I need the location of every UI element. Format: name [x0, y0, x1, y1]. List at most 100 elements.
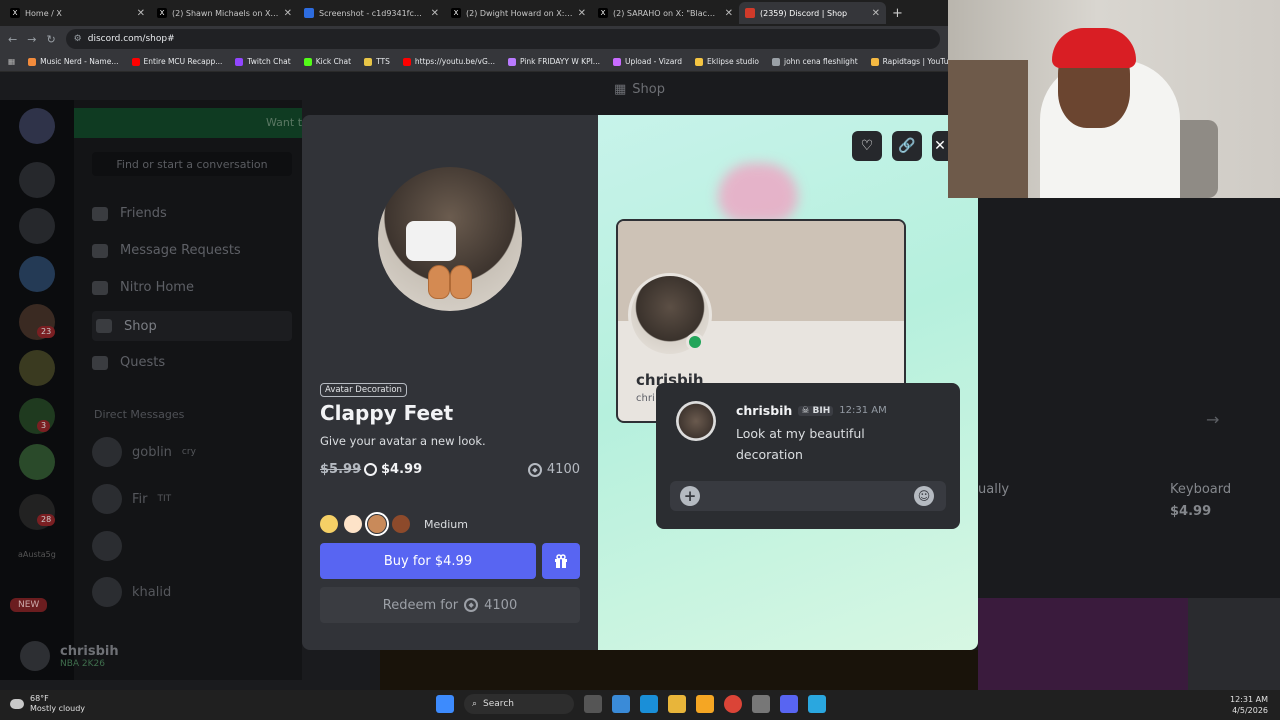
- item-title: Clappy Feet: [320, 401, 454, 425]
- find-conversation-input[interactable]: Find or start a conversation: [92, 152, 292, 176]
- swatch-dark[interactable]: [392, 515, 410, 533]
- file-explorer-icon[interactable]: [668, 695, 686, 713]
- shop-card[interactable]: [1188, 598, 1280, 690]
- bookmark-item[interactable]: Upload - Vizard: [612, 57, 682, 66]
- copy-link-button[interactable]: 🔗: [892, 131, 922, 161]
- bookmark-favicon-icon: [235, 57, 244, 66]
- bookmark-item[interactable]: https://youtu.be/vG...: [402, 57, 495, 66]
- wishlist-heart-button[interactable]: ♡: [852, 131, 882, 161]
- discord-home-icon[interactable]: [19, 108, 55, 144]
- variant-swatches: Medium: [320, 512, 468, 536]
- copilot-icon[interactable]: [612, 695, 630, 713]
- bookmark-favicon-icon: [303, 57, 312, 66]
- x-logo-icon: X: [451, 8, 461, 18]
- webcam-overlay: [948, 0, 1280, 198]
- arrow-right-icon[interactable]: →: [1206, 410, 1219, 429]
- site-info-icon[interactable]: ⚙: [74, 34, 82, 44]
- swatch-label: Medium: [424, 517, 468, 531]
- gift-button[interactable]: [542, 543, 580, 579]
- bookmark-item[interactable]: Twitch Chat: [235, 57, 291, 66]
- bookmark-item[interactable]: john cena fleshlight: [771, 57, 858, 66]
- apps-icon[interactable]: ▦: [8, 57, 15, 66]
- close-tab-icon[interactable]: ✕: [725, 8, 733, 19]
- dm-item[interactable]: [92, 531, 132, 561]
- close-tab-icon[interactable]: ✕: [284, 8, 292, 19]
- windows-start-icon[interactable]: [436, 695, 454, 713]
- browser-tab[interactable]: X(2) Dwight Howard on X: "Lmk✕: [445, 2, 592, 24]
- taskbar-clock[interactable]: 12:31 AM 4/5/2026: [1230, 694, 1268, 716]
- store-icon[interactable]: [696, 695, 714, 713]
- nav-friends[interactable]: Friends: [92, 206, 167, 221]
- bookmark-item[interactable]: Eklipse studio: [695, 57, 759, 66]
- shop-icon: [96, 319, 112, 333]
- new-tab-icon[interactable]: +: [892, 6, 903, 21]
- close-tab-icon[interactable]: ✕: [137, 8, 145, 19]
- nitro-icon: [364, 463, 377, 476]
- close-button[interactable]: ✕: [932, 131, 948, 161]
- redeem-button[interactable]: Redeem for ◆ 4100: [320, 587, 580, 623]
- dm-item[interactable]: khalid: [92, 577, 171, 607]
- swatch-medium[interactable]: [365, 512, 389, 536]
- server-icon[interactable]: [19, 256, 55, 292]
- nitro-icon: [92, 280, 108, 295]
- swatch-yellow[interactable]: [320, 515, 338, 533]
- bookmark-item[interactable]: Music Nerd - Name...: [28, 57, 119, 66]
- nav-shop[interactable]: Shop: [92, 311, 292, 341]
- address-bar[interactable]: ⚙ discord.com/shop#: [65, 29, 940, 49]
- bookmark-item[interactable]: Kick Chat: [303, 57, 351, 66]
- cloud-icon: [10, 699, 24, 709]
- notepad-icon[interactable]: [808, 695, 826, 713]
- discord-taskbar-icon[interactable]: [780, 695, 798, 713]
- browser-tab[interactable]: Screenshot - c1d9341fc384e2b✕: [298, 2, 445, 24]
- browser-tab[interactable]: X(2) SARAHO on X: "Black wome✕: [592, 2, 739, 24]
- browser-tab[interactable]: X(2) Shawn Michaels on X: "Blam✕: [151, 2, 298, 24]
- bookmarks-bar: ▦ Music Nerd - Name... Entire MCU Recapp.…: [0, 52, 948, 72]
- nav-nitro-home[interactable]: Nitro Home: [92, 280, 194, 295]
- orb-icon: ◆: [527, 462, 542, 477]
- browser-tab-active[interactable]: (2359) Discord | Shop ✕: [739, 2, 886, 24]
- close-tab-icon[interactable]: ✕: [431, 8, 439, 19]
- bookmark-item[interactable]: Entire MCU Recapp...: [131, 57, 222, 66]
- screenshot-icon: [304, 8, 314, 18]
- shop-card[interactable]: [978, 598, 1188, 690]
- task-view-icon[interactable]: [584, 695, 602, 713]
- back-icon[interactable]: ←: [8, 33, 17, 46]
- close-tab-icon[interactable]: ✕: [872, 8, 880, 19]
- edge-icon[interactable]: [640, 695, 658, 713]
- bookmark-item[interactable]: Rapidtags | YouTub...: [870, 57, 948, 66]
- mention-badge: 3: [37, 420, 51, 432]
- dm-item[interactable]: Fir TIT: [92, 484, 171, 514]
- browser-tab[interactable]: X Home / X ✕: [4, 2, 151, 24]
- mention-badge: 23: [37, 326, 56, 338]
- server-icon[interactable]: [19, 162, 55, 198]
- close-tab-icon[interactable]: ✕: [578, 8, 586, 19]
- server-icon[interactable]: [19, 208, 55, 244]
- item-description: Give your avatar a new look.: [320, 434, 486, 448]
- swatch-light[interactable]: [344, 515, 362, 533]
- server-icon[interactable]: [19, 444, 55, 480]
- taskbar-search[interactable]: ⌕ Search: [464, 694, 574, 714]
- bookmark-favicon-icon: [870, 57, 879, 66]
- quests-icon: [92, 355, 108, 370]
- chrome-icon[interactable]: [724, 695, 742, 713]
- x-logo-icon: X: [10, 8, 20, 18]
- forward-icon[interactable]: →: [27, 33, 36, 46]
- server-icon[interactable]: [19, 350, 55, 386]
- emoji-icon: ☺: [914, 486, 934, 506]
- bookmark-favicon-icon: [28, 57, 37, 66]
- shop-banner[interactable]: [380, 650, 978, 690]
- settings-icon[interactable]: [752, 695, 770, 713]
- nav-message-requests[interactable]: Message Requests: [92, 243, 241, 258]
- bookmark-item[interactable]: Pink FRIDAYY W KPI...: [507, 57, 600, 66]
- item-preview-modal: Avatar Decoration Clappy Feet Give your …: [302, 115, 978, 650]
- reload-icon[interactable]: ↻: [46, 33, 55, 46]
- heart-background: [718, 163, 798, 223]
- user-avatar[interactable]: [20, 641, 50, 671]
- bookmark-item[interactable]: TTS: [364, 57, 390, 66]
- buy-button[interactable]: Buy for $4.99: [320, 543, 536, 579]
- chat-timestamp: 12:31 AM: [839, 405, 887, 416]
- nav-quests[interactable]: Quests: [92, 355, 165, 370]
- weather-widget[interactable]: 68°F Mostly cloudy: [10, 694, 85, 714]
- foot-decoration-icon: [450, 265, 472, 299]
- dm-item[interactable]: goblin cry: [92, 437, 196, 467]
